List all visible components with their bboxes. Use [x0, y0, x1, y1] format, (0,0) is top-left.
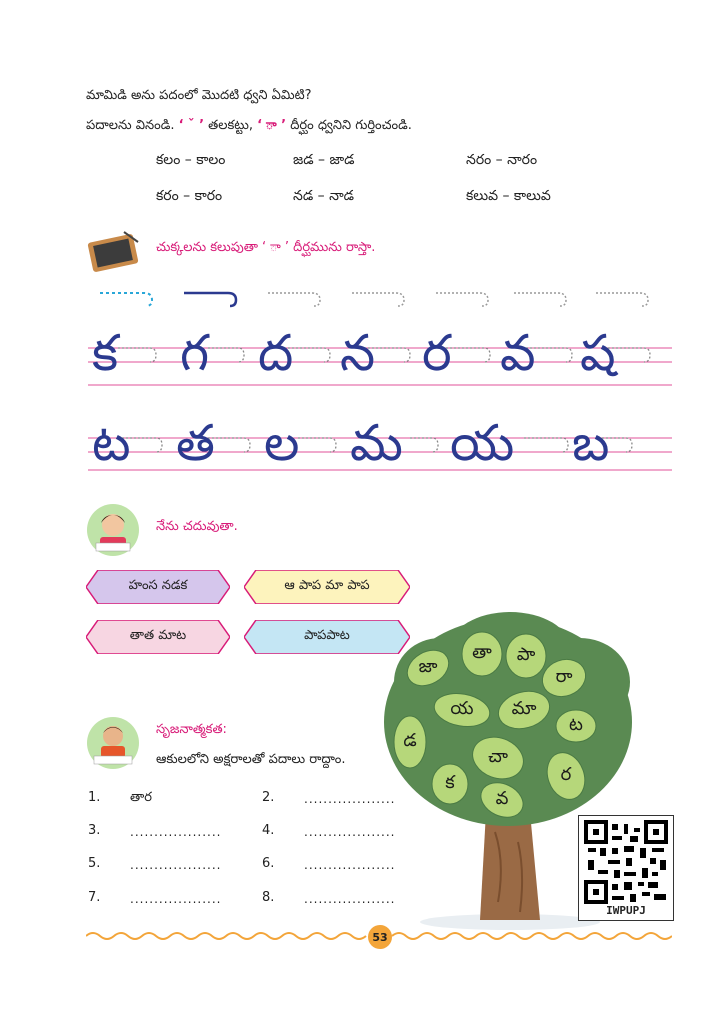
- trace-letter-7: ష: [580, 324, 616, 382]
- item-number: 7.: [88, 890, 101, 905]
- trace-letter-13: బ: [572, 414, 610, 472]
- item-number: 3.: [88, 823, 101, 838]
- trace-letter-8: ట: [92, 414, 131, 472]
- reading-girl-avatar: [87, 504, 139, 556]
- leaf-letter: వ: [495, 788, 509, 809]
- trace-letter-9: త: [176, 414, 215, 472]
- item-number: 1.: [88, 790, 101, 805]
- page-number: 53: [368, 925, 392, 949]
- leaf-letter: మా: [511, 698, 537, 719]
- leaf-letter: రా: [555, 666, 573, 687]
- phrase-text: తాత మాట: [129, 628, 187, 643]
- item-number: 4.: [262, 823, 275, 838]
- instruction-part1: పదాలను వినండి.: [86, 118, 175, 133]
- phrase-text: హంస నడక: [128, 578, 188, 593]
- leaf-letter: చా: [488, 746, 508, 767]
- deergham-symbol: ‘ ా ’: [257, 118, 287, 133]
- leaf-letter: డ: [403, 730, 417, 751]
- tick-symbol: ‘ ˇ ’: [178, 118, 205, 133]
- item-number: 8.: [262, 890, 275, 905]
- leaf-letter: ట: [569, 714, 583, 735]
- trace-letter-10: ల: [264, 414, 300, 472]
- item-answer-blank[interactable]: ...................: [130, 858, 221, 872]
- word-pair: కరం – కారం: [156, 188, 223, 204]
- phrase-label: హంస నడక: [86, 570, 230, 604]
- item-answer-blank[interactable]: ...................: [130, 825, 221, 839]
- word-pair: నరం – నారం: [466, 152, 538, 168]
- leaf-letter: క: [445, 772, 455, 793]
- phrase-text: పాపపాట: [304, 628, 350, 643]
- phrase-label: ఆ పాప మా పాప: [244, 570, 410, 604]
- item-number: 2.: [262, 790, 275, 805]
- trace-letter-11: మ: [350, 414, 403, 472]
- question-text: మామిడి అను పదంలో మొదటి ధ్వని ఏమిటి?: [86, 88, 312, 103]
- trace-letter-2: గ: [180, 324, 210, 382]
- instruction-line: పదాలను వినండి. ‘ ˇ ’ తలకట్టు, ‘ ా ’ దీర్…: [86, 118, 412, 136]
- item-answer: తార: [130, 790, 152, 805]
- slate-icon: [87, 231, 139, 272]
- trace-letter-4: న: [340, 324, 376, 382]
- word-pair: కలువ – కాలువ: [466, 188, 551, 204]
- phrase-text: ఆ పాప మా పాప: [284, 578, 370, 593]
- word-pair: కలం – కాలం: [156, 152, 226, 168]
- item-number: 6.: [262, 856, 275, 871]
- creativity-title: సృజనాత్మకత:: [156, 722, 227, 737]
- trace-letter-5: ర: [422, 324, 452, 382]
- trace-letter-6: వ: [500, 324, 536, 382]
- leaf-letter: తా: [472, 642, 492, 663]
- qr-code[interactable]: IWPUPJ: [578, 815, 674, 921]
- qr-code-icon: [584, 820, 668, 904]
- tracing-title: చుక్కలను కలుపుతా ‘ ా ’ దీర్ఘమును రాస్తా.: [156, 240, 376, 255]
- trace-letter-1: క: [92, 324, 119, 382]
- instruction-part2: తలకట్టు,: [208, 118, 253, 133]
- phrase-label: తాత మాట: [86, 620, 230, 654]
- word-pair: జడ – జాడ: [293, 152, 355, 168]
- leaf-letter: పా: [516, 644, 536, 665]
- deergham-trace-row: [100, 291, 649, 308]
- creativity-instruction: ఆకులలోని అక్షరాలతో పదాలు రాద్దాం.: [156, 752, 346, 767]
- leaf-letter: య: [450, 698, 474, 719]
- item-number: 5.: [88, 856, 101, 871]
- leaf-letter: ర: [560, 764, 572, 785]
- instruction-part3: దీర్ఘం ధ్వనిని గుర్తించండి.: [290, 118, 412, 133]
- leaf-letter: జా: [418, 656, 438, 677]
- qr-code-label: IWPUPJ: [606, 904, 646, 917]
- word-pair: నడ – నాడ: [293, 188, 354, 204]
- trace-letter-3: ద: [258, 324, 294, 382]
- writing-boy-avatar: [87, 717, 139, 769]
- item-answer-blank[interactable]: ...................: [130, 892, 221, 906]
- trace-letter-12: య: [450, 414, 515, 472]
- reading-title: నేను చదువుతా.: [156, 519, 238, 534]
